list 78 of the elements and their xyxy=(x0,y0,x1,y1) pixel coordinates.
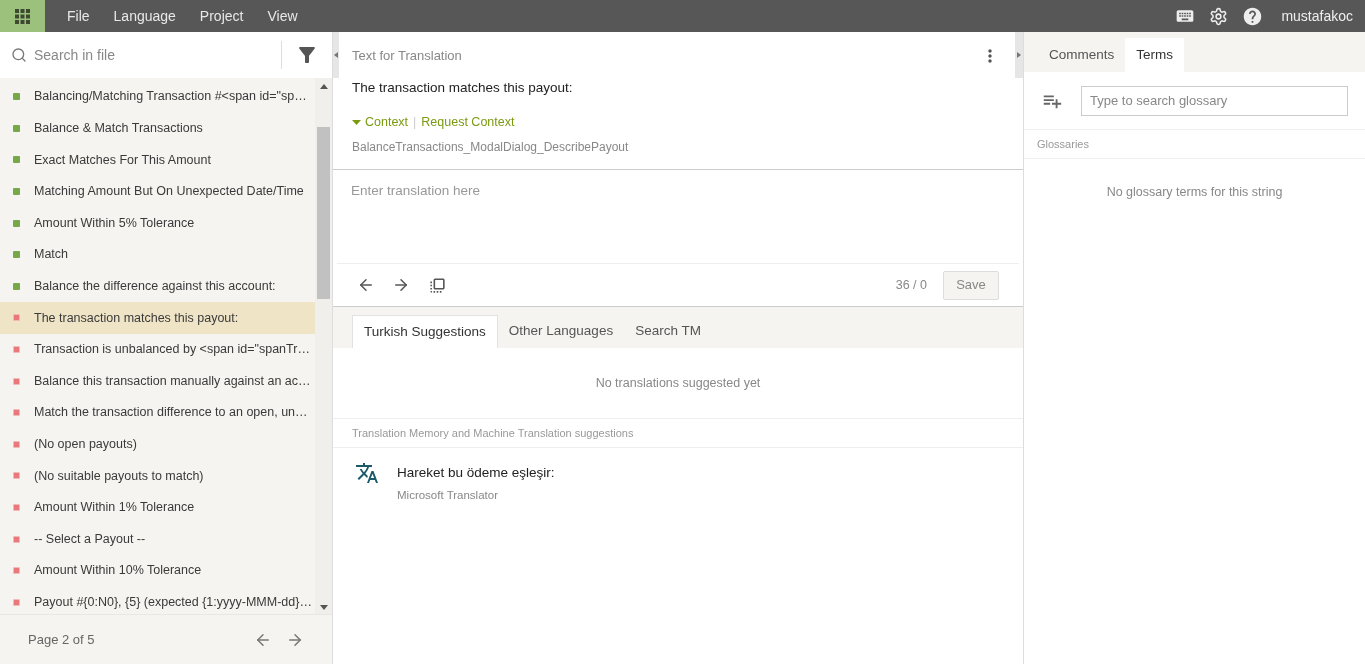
suggestion-tab[interactable]: Other Languages xyxy=(497,315,625,348)
string-text: Matching Amount But On Unexpected Date/Time xyxy=(34,183,304,201)
string-text: Balance this transaction manually against an ac… xyxy=(34,372,311,390)
string-text: -- Select a Payout -- xyxy=(34,530,146,548)
menu-item[interactable]: Language xyxy=(101,5,188,27)
string-text: Match xyxy=(34,246,69,264)
string-row[interactable]: -- Select a Payout -- xyxy=(0,523,315,555)
string-row[interactable]: Balancing/Matching Transaction #<span id="sp… xyxy=(0,81,315,113)
string-row[interactable]: Exact Matches For This Amount xyxy=(0,144,315,176)
string-row[interactable]: Payout #{0:N0}, {5} (expected {1:yyyy-MMM-dd}… xyxy=(0,586,315,619)
source-text: The transaction matches this payout: xyxy=(352,79,574,97)
string-text: Balance the difference against this account: xyxy=(34,278,276,295)
caret-icon xyxy=(352,120,361,126)
string-row[interactable]: Amount Within 5% Tolerance xyxy=(0,207,315,239)
side-tab[interactable]: Terms xyxy=(1125,38,1184,72)
separator: | xyxy=(413,114,417,132)
glossary-search-field[interactable]: Type to search glossary xyxy=(1081,85,1348,116)
string-key: BalanceTransactions_ModalDialog_DescribePayout xyxy=(352,138,1004,156)
user-name[interactable]: mustafakoc xyxy=(1281,5,1353,27)
string-text: Transaction is unbalanced by <span id="spanTr… xyxy=(34,341,310,359)
string-row[interactable]: Amount Within 1% Tolerance xyxy=(0,491,315,524)
suggestion-source: Microsoft Translator xyxy=(397,488,499,504)
suggestion-text: Hareket bu ödeme eşleşir: xyxy=(397,464,555,482)
string-text: Match the transaction difference to an open, un… xyxy=(34,404,308,422)
glossaries-heading: Glossaries xyxy=(1037,136,1089,152)
string-text: Amount Within 10% Tolerance xyxy=(34,562,202,580)
string-row[interactable]: (No open payouts) xyxy=(0,428,315,461)
previous-string-icon[interactable] xyxy=(357,276,375,294)
scrollbar[interactable] xyxy=(315,78,332,614)
string-row[interactable]: Balance & Match Transactions xyxy=(0,112,315,145)
scroll-down-icon[interactable] xyxy=(319,605,328,610)
string-row[interactable]: Matching Amount But On Unexpected Date/Time xyxy=(0,175,315,208)
string-row[interactable]: The transaction matches this payout: xyxy=(0,302,315,334)
side-tab[interactable]: Comments xyxy=(1038,38,1126,72)
search-bar[interactable]: Search in file xyxy=(0,32,281,78)
help-icon[interactable] xyxy=(1242,5,1264,27)
string-row[interactable]: Amount Within 10% Tolerance xyxy=(0,554,315,587)
section-heading: Translation Memory and Machine Translation suggestions xyxy=(352,425,634,441)
empty-message: No glossary terms for this string xyxy=(1106,184,1283,201)
collapse-left-handle[interactable] xyxy=(333,32,339,78)
string-text: Exact Matches For This Amount xyxy=(34,151,211,169)
string-row[interactable]: (No suitable payouts to match) xyxy=(0,460,315,492)
copy-source-icon[interactable] xyxy=(428,275,447,295)
panel-title: Text for Translation xyxy=(352,47,462,66)
scroll-up-icon[interactable] xyxy=(319,84,328,89)
string-text: Payout #{0:N0}, {5} (expected {1:yyyy-MMM-dd}… xyxy=(34,593,312,611)
string-text: Balance & Match Transactions xyxy=(34,120,203,137)
string-text: Amount Within 1% Tolerance xyxy=(34,499,195,517)
menu-item[interactable]: File xyxy=(55,5,102,27)
grid-icon xyxy=(15,8,30,24)
search-icon xyxy=(11,47,27,63)
settings-icon[interactable] xyxy=(1209,6,1229,26)
menu-item[interactable]: Project xyxy=(187,5,256,27)
character-counter: 36 / 0 xyxy=(895,276,927,294)
translation-input[interactable]: Enter translation here xyxy=(333,170,1023,263)
string-row[interactable]: Match the transaction difference to an open, un… xyxy=(0,396,315,429)
translate-icon xyxy=(355,461,379,485)
apps-menu-button[interactable] xyxy=(0,0,45,32)
string-row[interactable]: Balance the difference against this account: xyxy=(0,270,315,303)
suggestion-tab[interactable]: Search TM xyxy=(624,315,712,348)
string-text: (No suitable payouts to match) xyxy=(34,467,204,485)
collapse-right-handle[interactable] xyxy=(1015,32,1023,78)
next-string-icon[interactable] xyxy=(392,276,410,294)
string-row[interactable]: Match xyxy=(0,238,315,271)
string-text: The transaction matches this payout: xyxy=(34,309,239,327)
string-text: Balancing/Matching Transaction #<span id="sp… xyxy=(34,88,307,106)
string-row[interactable]: Transaction is unbalanced by <span id="spanTr… xyxy=(0,333,315,366)
scrollbar-thumb[interactable] xyxy=(317,127,330,299)
suggestion-item[interactable]: Hareket bu ödeme eşleşir: Microsoft Translator xyxy=(333,448,1023,505)
string-row[interactable]: Balance this transaction manually against an ac… xyxy=(0,365,315,397)
empty-message: No translations suggested yet xyxy=(595,374,761,392)
filter-button[interactable] xyxy=(282,32,332,78)
search-field[interactable]: Search in file xyxy=(34,44,281,66)
suggestion-tab[interactable]: Turkish Suggestions xyxy=(352,315,498,348)
string-text: Amount Within 5% Tolerance xyxy=(34,214,195,232)
page-indicator: Page 2 of 5 xyxy=(28,630,95,649)
menu-item[interactable]: View xyxy=(255,5,310,27)
string-text: (No open payouts) xyxy=(34,435,137,453)
